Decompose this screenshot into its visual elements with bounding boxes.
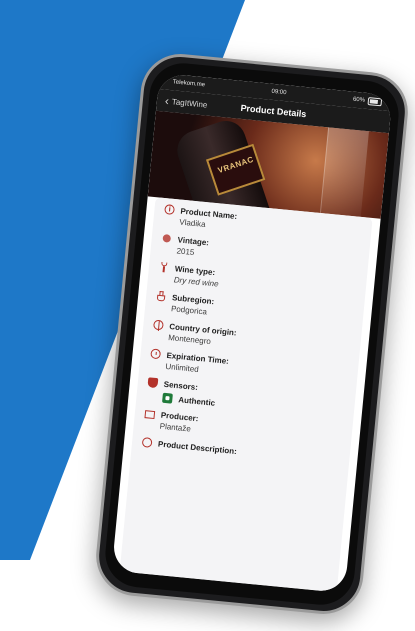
phone-mockup-container: Telekom.me 09:00 60% ‹ TagItWine Product… <box>0 0 415 631</box>
vintage-title: Vintage: <box>177 234 210 247</box>
factory-icon <box>144 409 156 419</box>
subregion-title: Subregion: <box>171 292 215 306</box>
product-description-title: Product Description: <box>157 439 238 456</box>
battery-icon <box>367 97 383 107</box>
phone-screen: Telekom.me 09:00 60% ‹ TagItWine Product… <box>111 72 393 594</box>
chip-icon <box>162 392 173 404</box>
glass-reflection <box>319 127 369 217</box>
wine-type-title: Wine type: <box>174 263 216 277</box>
grape-icon <box>161 233 172 244</box>
info-icon <box>164 204 176 215</box>
sensors-title: Sensors: <box>163 379 199 392</box>
wine-glass-icon <box>159 262 170 273</box>
clock-icon <box>150 348 162 360</box>
battery-percent: 60% <box>352 96 366 104</box>
time-label: 09:00 <box>271 88 287 97</box>
carrier-label: Telekom.me <box>172 79 206 89</box>
wine-label-text: VRANAC <box>216 154 255 176</box>
flask-icon <box>156 291 167 302</box>
phone-frame: Telekom.me 09:00 60% ‹ TagItWine Product… <box>92 50 412 618</box>
status-right: 60% <box>353 96 383 107</box>
details-panel: Product Name: Vladika Vintage: 2015 Wine… <box>119 197 373 593</box>
description-icon <box>141 436 153 448</box>
sensor-status-label: Authentic <box>177 394 216 408</box>
shield-icon <box>147 377 159 389</box>
globe-icon <box>152 319 164 331</box>
